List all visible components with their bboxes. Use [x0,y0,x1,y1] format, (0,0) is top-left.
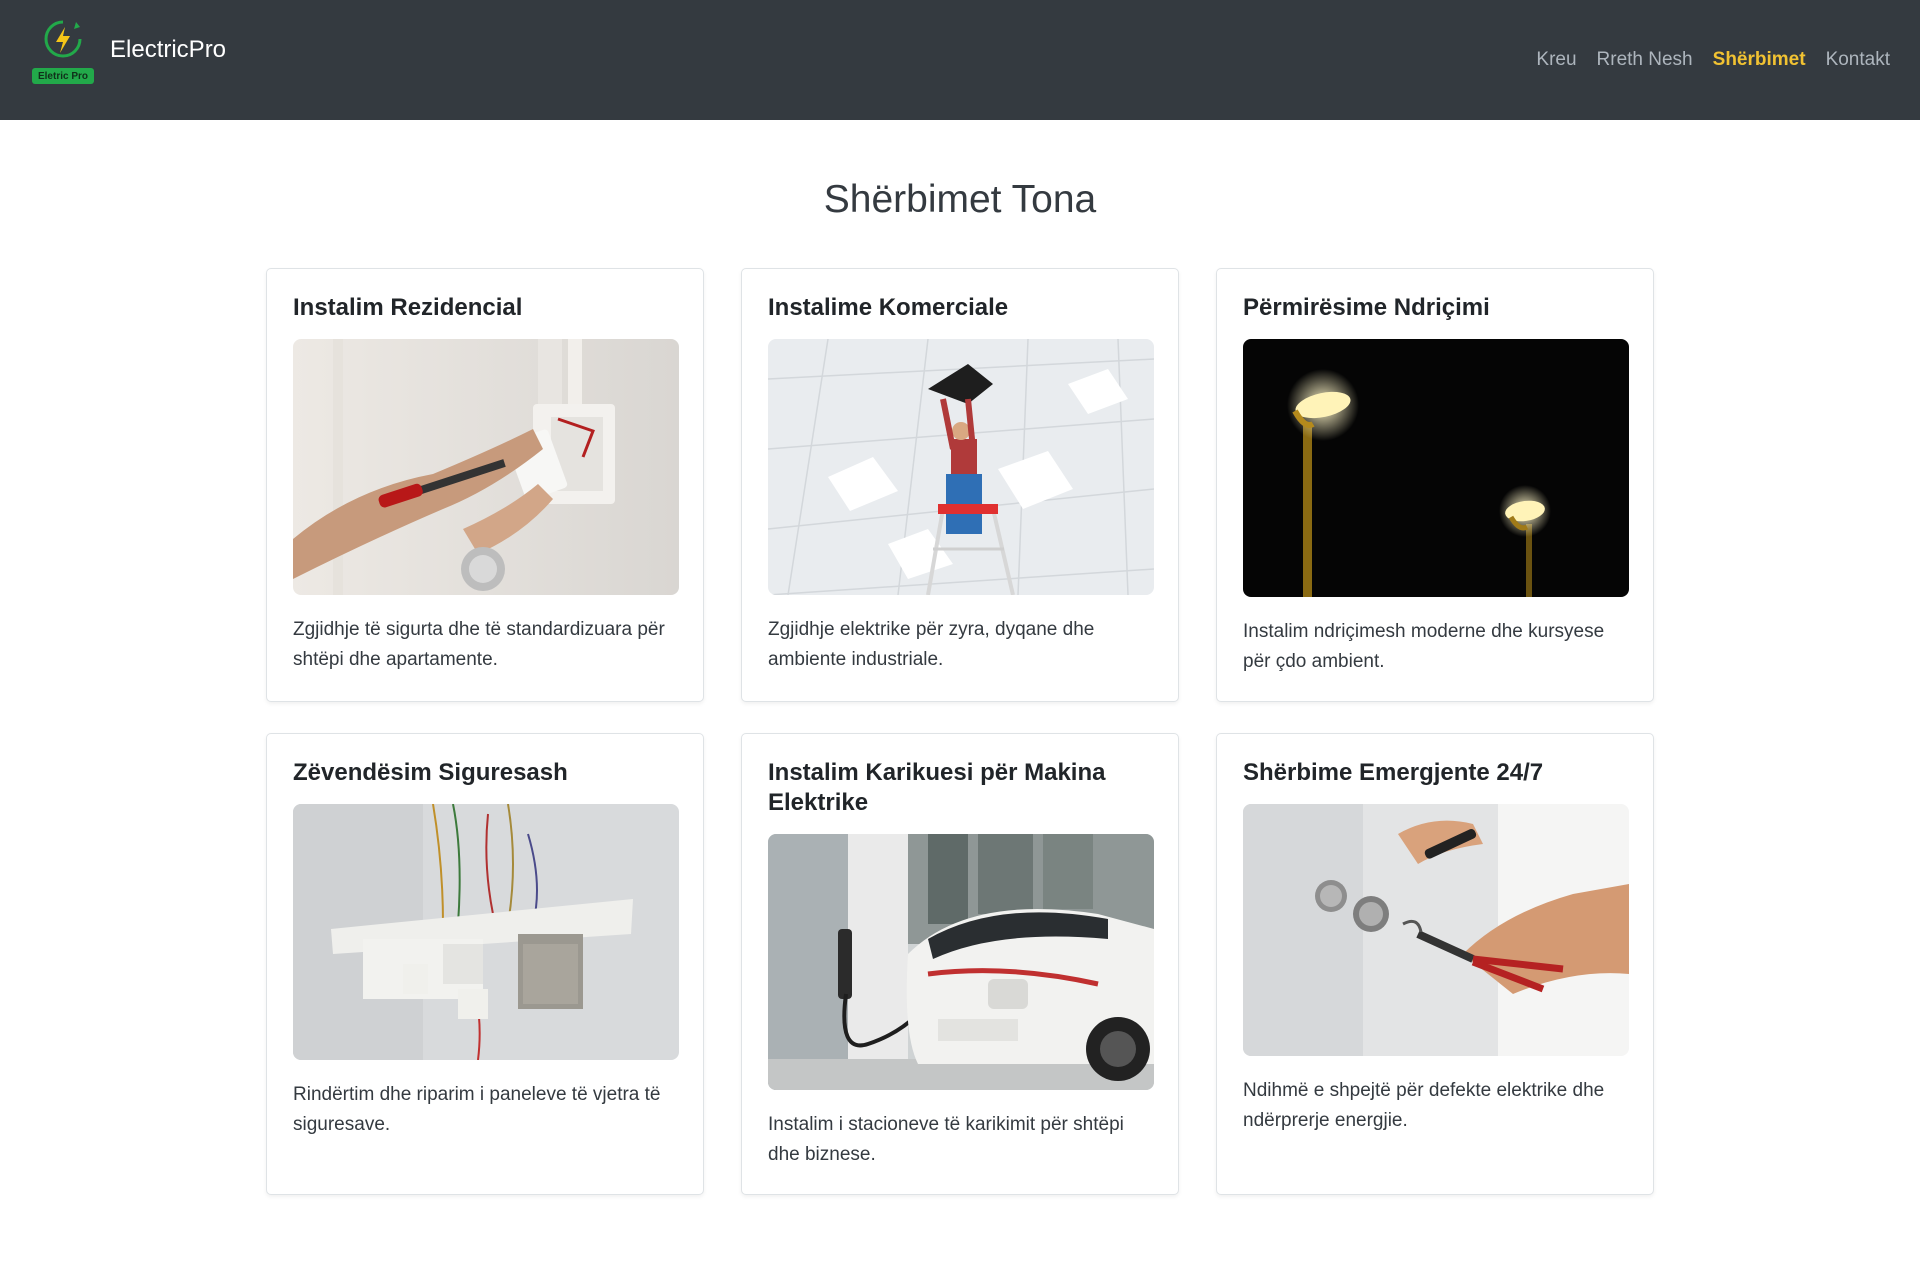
brand-name: ElectricPro [110,36,227,63]
card-title: Instalim Rezidencial [293,294,523,321]
card-title: Përmirësime Ndriçimi [1243,294,1490,321]
card-description: Zgjidhje elektrike për zyra, dyqane dhe … [768,619,1095,670]
nav-link-rreth-nesh[interactable]: Rreth Nesh [1597,49,1693,71]
service-card: Përmirësime Ndriçimi Instalim ndriçimesh… [1216,268,1654,702]
service-card: Zëvendësim Siguresash Rindërtim dhe ripa… [266,733,704,1195]
main-nav: Kreu Rreth Nesh Shërbimet Kontakt [1536,0,1890,120]
card-description: Ndihmë e shpejtë për defekte elektrike d… [1243,1080,1605,1131]
card-title: Zëvendësim Siguresash [293,759,568,786]
card-description: Instalim i stacioneve të karikimit për s… [768,1114,1124,1165]
card-title: Shërbime Emergjente 24/7 [1243,759,1544,786]
page-title: Shërbimet Tona [823,178,1097,221]
card-description: Zgjidhje të sigurta dhe të standardizuar… [293,619,665,670]
service-image [1243,804,1629,1056]
brand-link[interactable]: Eletric Pro ElectricPro [32,18,226,86]
service-image [293,804,679,1060]
card-description: Instalim ndriçimesh moderne dhe kursyese… [1243,621,1605,672]
service-card: Shërbime Emergjente 24/7 Ndihmë e shpejt… [1216,733,1654,1195]
service-image [768,834,1154,1090]
navbar: Eletric Pro ElectricPro Kreu Rreth Nesh … [0,0,1920,120]
service-image [768,339,1154,595]
service-card: Instalim Karikuesi për Makina Elektrike … [741,733,1179,1195]
nav-link-kreu[interactable]: Kreu [1536,49,1576,71]
card-title: Instalim Karikuesi për Makina Elektrike [768,759,1106,816]
logo-badge: Eletric Pro [32,68,94,84]
card-description: Rindërtim dhe riparim i paneleve të vjet… [293,1084,661,1135]
service-image [1243,339,1629,597]
card-title: Instalime Komerciale [768,294,1009,321]
nav-link-sherbimet[interactable]: Shërbimet [1713,49,1806,71]
service-card: Instalim Rezidencial Zgjidhje të sigurta… [266,268,704,702]
service-image [293,339,679,595]
logo-icon: Eletric Pro [32,18,94,86]
nav-link-kontakt[interactable]: Kontakt [1826,49,1890,71]
service-card: Instalime Komerciale Zgjidhje elektrike … [741,268,1179,702]
